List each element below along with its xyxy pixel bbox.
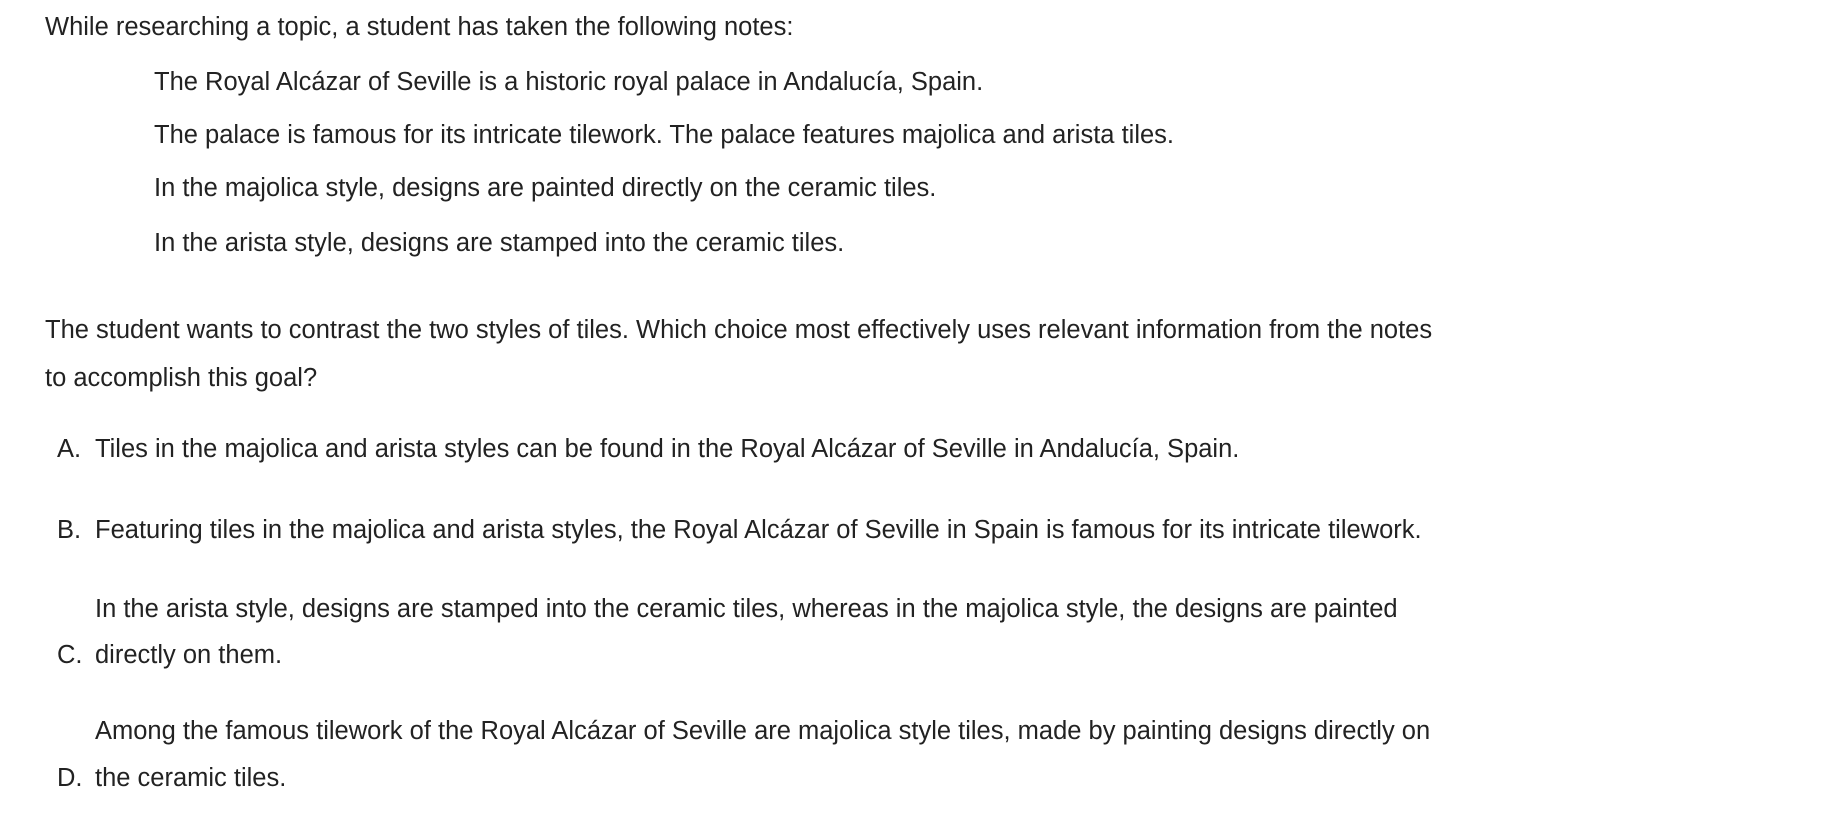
option-text: Among the famous tilework of the Royal A…: [95, 717, 1431, 745]
option-text: Featuring tiles in the majolica and aris…: [95, 516, 1422, 544]
option-label: A.: [57, 435, 82, 463]
question-line: to accomplish this goal?: [45, 364, 318, 392]
option-label: B.: [57, 516, 82, 544]
option-label: D.: [57, 764, 83, 792]
option-label: C.: [57, 641, 83, 669]
question-line: The student wants to contrast the two st…: [45, 316, 1433, 344]
note-item: The Royal Alcázar of Seville is a histor…: [154, 68, 984, 96]
option-text: Tiles in the majolica and arista styles …: [95, 435, 1240, 463]
intro-text: While researching a topic, a student has…: [45, 13, 794, 41]
option-text: the ceramic tiles.: [95, 764, 287, 792]
note-item: In the majolica style, designs are paint…: [154, 174, 937, 202]
note-item: In the arista style, designs are stamped…: [154, 229, 845, 257]
option-text: In the arista style, designs are stamped…: [95, 595, 1398, 623]
note-item: The palace is famous for its intricate t…: [154, 121, 1174, 149]
option-text: directly on them.: [95, 641, 283, 669]
